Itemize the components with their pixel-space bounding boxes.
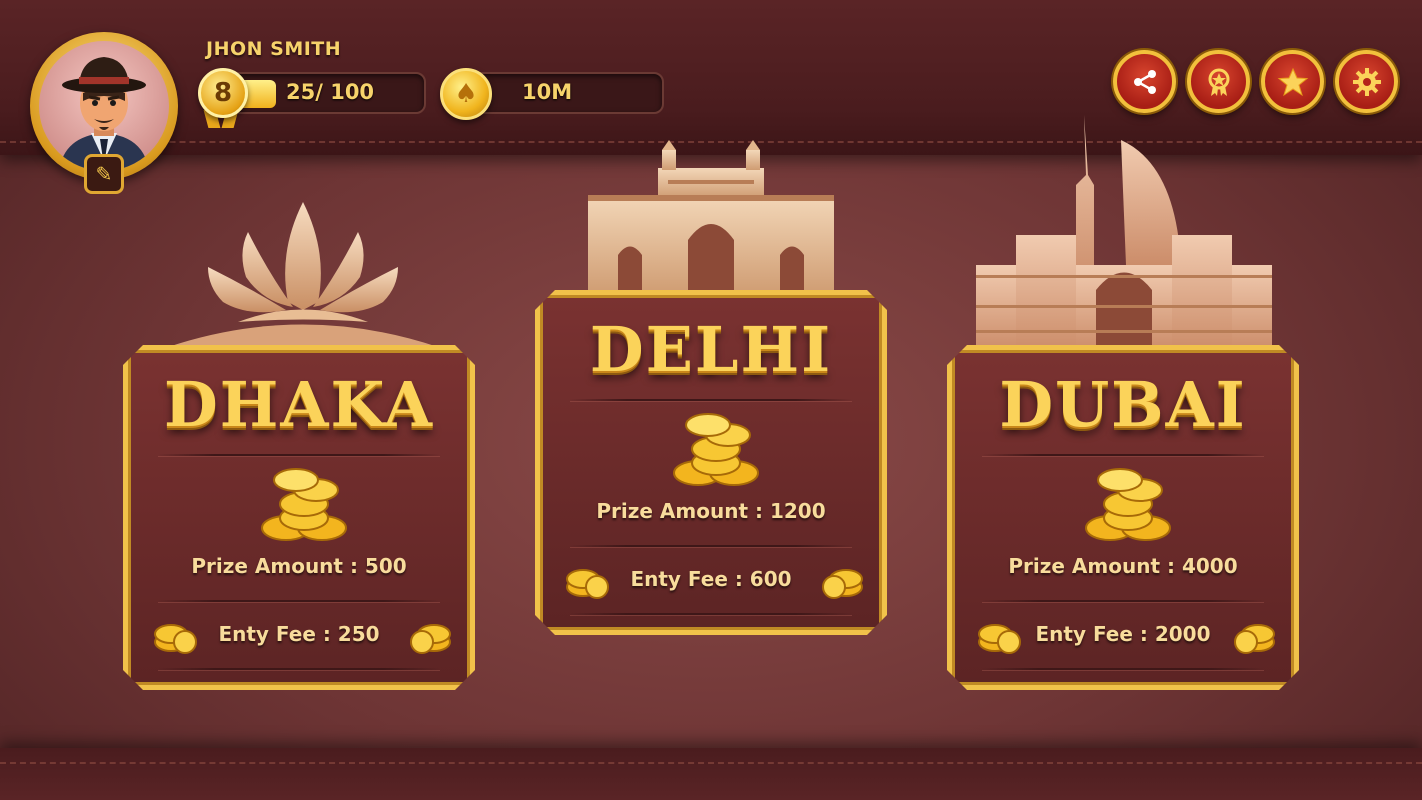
gear-icon [1352, 67, 1381, 96]
lotus-icon [168, 202, 438, 347]
prize-amount: Prize Amount : 4000 [1008, 554, 1238, 578]
share-button[interactable] [1113, 50, 1176, 113]
india-gate-icon [588, 140, 834, 295]
coins-icon [1232, 616, 1278, 656]
divider [158, 668, 440, 670]
avatar-portrait [39, 41, 169, 171]
room-title: DHAKA [164, 368, 434, 441]
divider [982, 454, 1264, 456]
divider [982, 600, 1264, 602]
coins-icon [820, 561, 866, 601]
medal-icon [1208, 68, 1229, 96]
coin-stack-icon [256, 466, 352, 546]
share-icon [1133, 69, 1156, 94]
coin-balance: 10M [522, 80, 573, 104]
xp-text: 25/ 100 [286, 80, 375, 104]
detective-avatar-icon [59, 57, 149, 171]
rate-button[interactable] [1261, 50, 1324, 113]
edit-profile-button[interactable]: ✎ [84, 154, 124, 194]
divider [982, 668, 1264, 670]
bottom-bar [0, 748, 1422, 800]
prize-amount: Prize Amount : 500 [191, 554, 407, 578]
dubai-skyline-icon [976, 115, 1272, 350]
settings-button[interactable] [1335, 50, 1398, 113]
pencil-icon: ✎ [95, 162, 113, 186]
level-badge: 8 [198, 68, 248, 118]
coin-stack-icon [668, 411, 764, 491]
prize-amount: Prize Amount : 1200 [596, 499, 826, 523]
divider [158, 454, 440, 456]
room-title: DUBAI [999, 368, 1247, 441]
star-icon [1277, 67, 1308, 96]
player-name: JHON SMITH [206, 38, 342, 60]
room-card-dubai[interactable]: DUBAI Prize Amount : 4000 Enty Fee : 200… [947, 345, 1299, 690]
achievements-button[interactable] [1187, 50, 1250, 113]
divider [570, 613, 852, 615]
divider [570, 545, 852, 547]
coin-stack-icon [1080, 466, 1176, 546]
room-title: DELHI [589, 313, 833, 386]
coin-icon: ♠ [440, 68, 492, 120]
divider [158, 600, 440, 602]
divider [570, 399, 852, 401]
coins-icon [408, 616, 454, 656]
room-card-dhaka[interactable]: DHAKA Prize Amount : 500 Enty Fee : 250 [123, 345, 475, 690]
room-card-delhi[interactable]: DELHI Prize Amount : 1200 Enty Fee : 600 [535, 290, 887, 635]
